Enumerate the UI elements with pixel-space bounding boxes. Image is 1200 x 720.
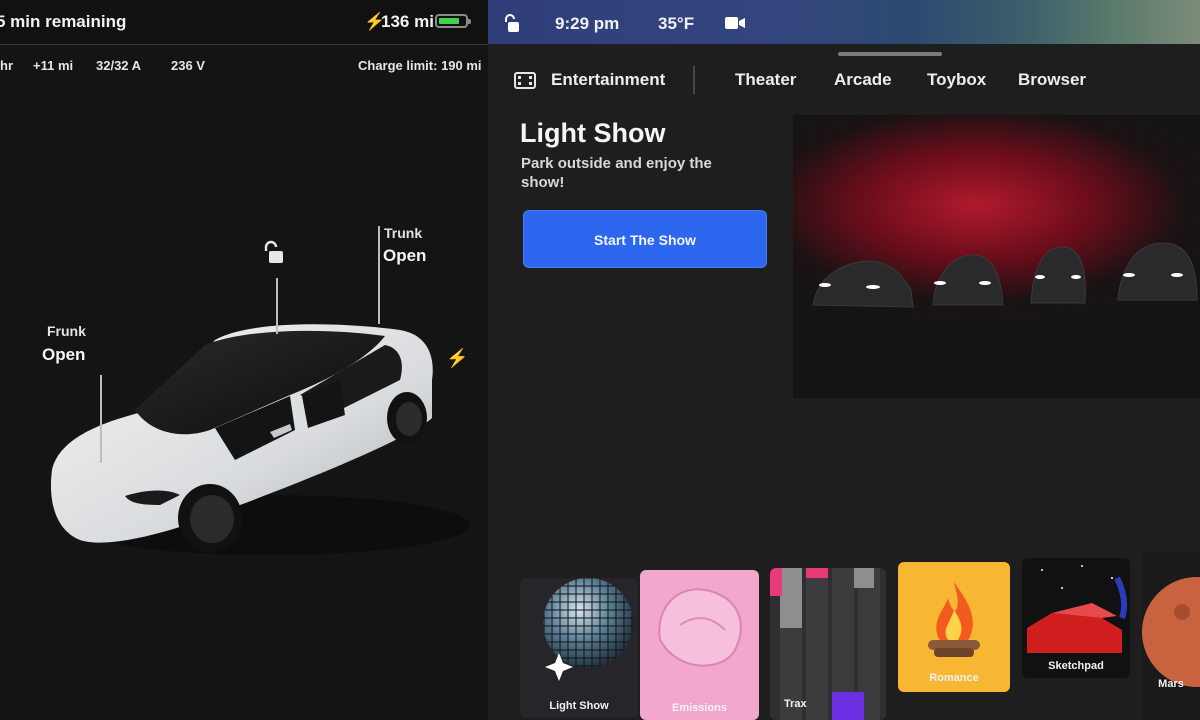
- dashcam-icon[interactable]: [725, 16, 745, 30]
- light-show-preview-image: [793, 115, 1200, 398]
- charge-rate: hr: [0, 58, 13, 73]
- fireplace-icon: [928, 582, 980, 657]
- charge-port-bolt-icon[interactable]: ⚡: [446, 348, 468, 369]
- feature-description: Park outside and enjoy the show!: [521, 155, 712, 191]
- tile-label: Trax: [784, 698, 807, 710]
- tile-trax[interactable]: Trax: [770, 568, 886, 720]
- unlocked-icon[interactable]: [260, 240, 286, 266]
- tile-romance[interactable]: Romance: [898, 562, 1010, 692]
- trunk-status[interactable]: Open: [383, 246, 426, 266]
- tile-label: Romance: [929, 672, 979, 684]
- feature-title: Light Show: [520, 118, 666, 148]
- tab-browser[interactable]: Browser: [1018, 70, 1086, 90]
- trunk-label[interactable]: Trunk: [384, 225, 422, 241]
- trunk-callout-line: [378, 226, 380, 324]
- entertainment-panel: 9:29 pm 35°F Entertainment Theater Arcad…: [488, 0, 1200, 720]
- battery-icon: [435, 14, 471, 28]
- charge-limit[interactable]: Charge limit: 190 mi: [358, 58, 482, 73]
- tab-entertainment[interactable]: Entertainment: [551, 70, 665, 90]
- clapperboard-icon: [514, 72, 536, 89]
- frunk-status[interactable]: Open: [42, 345, 85, 365]
- status-bar: 9:29 pm 35°F: [488, 0, 1200, 44]
- disco-ball-icon: [543, 578, 633, 681]
- toybox-tile-row: Light Show Emissions Trax Romance Sketch…: [520, 552, 1200, 720]
- frunk-callout-line: [100, 375, 102, 463]
- tile-emissions[interactable]: Emissions: [640, 570, 759, 720]
- clock: 9:29 pm: [555, 14, 620, 33]
- tile-label: Sketchpad: [1048, 660, 1104, 672]
- range-added: +11 mi: [33, 58, 74, 73]
- tab-theater[interactable]: Theater: [735, 70, 796, 90]
- battery-level: [439, 18, 459, 24]
- battery-range: 136 mi: [381, 12, 434, 31]
- car-illustration: [50, 324, 470, 555]
- tab-toybox[interactable]: Toybox: [927, 70, 986, 90]
- tile-label: Light Show: [549, 700, 609, 712]
- tile-label: Emissions: [671, 702, 728, 714]
- tile-light-show[interactable]: Light Show: [520, 578, 638, 718]
- drawer-handle[interactable]: [838, 52, 942, 56]
- charge-status-bar: 5 min remaining ⚡ 136 mi: [0, 0, 488, 45]
- vehicle-panel: 5 min remaining ⚡ 136 mi hr +11 mi 32/32…: [0, 0, 488, 720]
- charge-current: 32/32 A: [96, 58, 142, 73]
- cushion-icon: [658, 588, 742, 667]
- nav-divider: [693, 66, 695, 94]
- outside-temperature: 35°F: [658, 14, 695, 33]
- planet-icon: [1142, 577, 1200, 687]
- lock-status-icon[interactable]: [502, 13, 520, 33]
- charge-time-remaining: 5 min remaining: [0, 12, 127, 31]
- lock-callout-line: [276, 278, 278, 334]
- tile-label: Mars: [1158, 678, 1184, 690]
- charge-voltage: 236 V: [171, 58, 205, 73]
- tile-mars[interactable]: Mars: [1142, 552, 1200, 720]
- frunk-label[interactable]: Frunk: [47, 323, 86, 339]
- start-show-button[interactable]: Start The Show: [523, 210, 767, 268]
- tab-arcade[interactable]: Arcade: [834, 70, 892, 90]
- tile-sketchpad[interactable]: Sketchpad: [1022, 558, 1130, 678]
- sketch-car-icon: [1027, 565, 1128, 653]
